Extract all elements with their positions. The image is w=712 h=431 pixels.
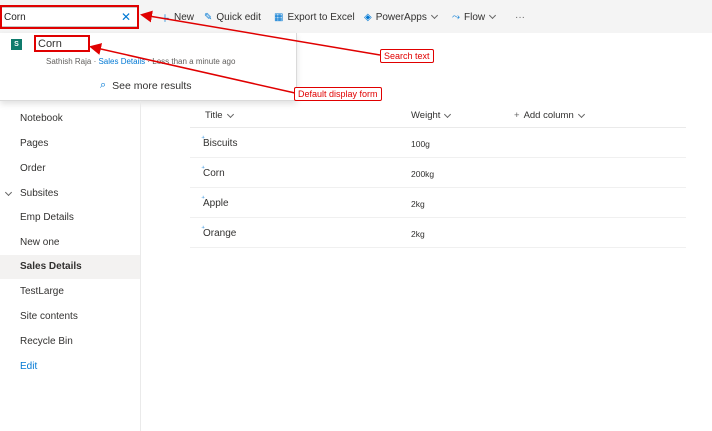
- plus-icon: +: [514, 110, 520, 121]
- row-weight: 200kg: [411, 169, 435, 179]
- column-header-title[interactable]: Title: [205, 110, 234, 121]
- nav-item-emp-details[interactable]: Emp Details: [0, 206, 140, 230]
- nav-item-pages[interactable]: Pages: [0, 132, 140, 156]
- chevron-down-icon: [226, 110, 234, 118]
- add-column-button[interactable]: + Add column: [514, 110, 585, 121]
- chevron-down-icon: [577, 110, 585, 118]
- nav-item-site-contents[interactable]: Site contents: [0, 305, 140, 329]
- table-row[interactable]: ⁺ Apple 2kg: [190, 188, 686, 218]
- left-navigation: Notebook Pages Order Subsites Emp Detail…: [0, 101, 141, 431]
- column-header-weight[interactable]: Weight: [411, 110, 452, 121]
- search-text-annotation: Search text: [380, 49, 434, 63]
- site-page-icon: S: [11, 39, 22, 50]
- result-author: Sathish Raja: [46, 57, 92, 66]
- add-column-label: Add column: [523, 110, 574, 121]
- new-button[interactable]: ＋ New: [160, 10, 195, 25]
- new-label: New: [174, 11, 195, 23]
- nav-item-notebook[interactable]: Notebook: [0, 107, 140, 131]
- export-label: Export to Excel: [287, 11, 355, 23]
- row-title[interactable]: Corn: [203, 168, 225, 179]
- result-site-link[interactable]: Sales Details: [98, 57, 145, 66]
- table-row[interactable]: ⁺ Orange 2kg: [190, 218, 686, 248]
- plus-icon: ＋: [160, 13, 170, 25]
- result-time: Less than a minute ago: [152, 57, 236, 66]
- nav-item-new-one[interactable]: New one: [0, 231, 140, 255]
- powerapps-button[interactable]: ◈ PowerApps: [364, 10, 438, 24]
- flow-label: Flow: [464, 11, 486, 23]
- list-header: Title Weight + Add column: [190, 106, 686, 128]
- default-display-form-annotation: Default display form: [294, 87, 382, 101]
- powerapps-label: PowerApps: [375, 11, 427, 23]
- result-title-highlight: [34, 35, 90, 52]
- chevron-down-icon: [430, 11, 438, 20]
- search-icon: ⌕: [100, 79, 107, 91]
- result-meta: Sathish Raja · Sales Details · Less than…: [46, 57, 235, 66]
- excel-icon: ▦: [274, 11, 284, 23]
- quick-edit-button[interactable]: ✎ Quick edit: [204, 10, 261, 24]
- search-text-highlight: [0, 5, 139, 29]
- row-title[interactable]: Biscuits: [203, 138, 237, 149]
- flow-icon: ⤳: [452, 11, 460, 23]
- nav-item-subsites[interactable]: Subsites: [0, 182, 140, 206]
- powerapps-icon: ◈: [364, 11, 372, 23]
- chevron-down-icon: [489, 11, 497, 20]
- row-weight: 2kg: [411, 199, 425, 209]
- column-weight-label: Weight: [411, 110, 441, 121]
- pencil-icon: ✎: [204, 11, 213, 23]
- see-more-label: See more results: [112, 79, 192, 92]
- more-options-button[interactable]: ···: [515, 10, 525, 24]
- nav-item-label: Subsites: [20, 188, 59, 199]
- quick-edit-label: Quick edit: [216, 11, 261, 23]
- row-title[interactable]: Apple: [203, 198, 229, 209]
- see-more-results-link[interactable]: ⌕ See more results: [100, 79, 192, 92]
- column-title-label: Title: [205, 110, 223, 121]
- table-row[interactable]: ⁺ Corn 200kg: [190, 158, 686, 188]
- nav-item-order[interactable]: Order: [0, 157, 140, 181]
- row-title[interactable]: Orange: [203, 228, 236, 239]
- export-to-excel-button[interactable]: ▦ Export to Excel: [274, 10, 355, 24]
- chevron-down-icon[interactable]: [4, 188, 13, 197]
- row-weight: 100g: [411, 139, 430, 149]
- nav-item-testlarge[interactable]: TestLarge: [0, 280, 140, 304]
- flow-button[interactable]: ⤳ Flow: [452, 10, 497, 24]
- nav-item-sales-details[interactable]: Sales Details: [0, 255, 140, 279]
- row-weight: 2kg: [411, 229, 425, 239]
- table-row[interactable]: ⁺ Biscuits 100g: [190, 128, 686, 158]
- chevron-down-icon: [444, 110, 452, 118]
- nav-edit-link[interactable]: Edit: [0, 355, 140, 379]
- nav-item-recycle-bin[interactable]: Recycle Bin: [0, 330, 140, 354]
